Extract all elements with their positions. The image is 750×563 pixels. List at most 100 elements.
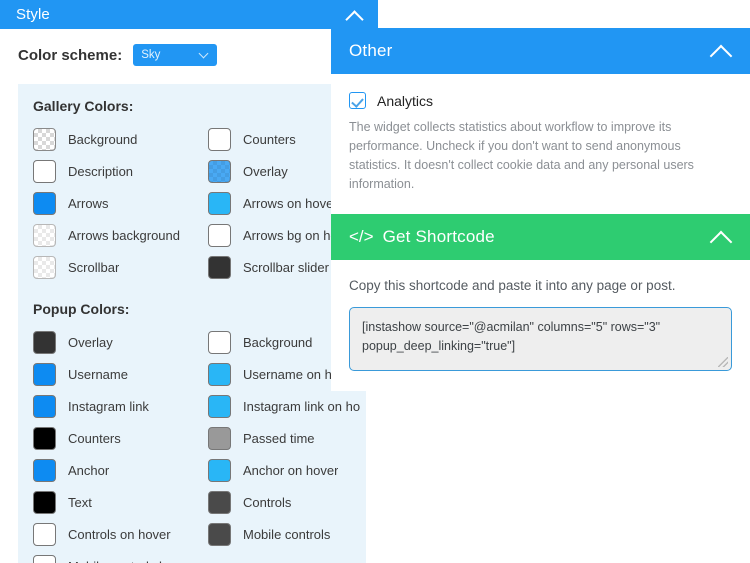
chevron-up-icon[interactable] <box>710 229 734 245</box>
right-panel-stack: Other Analytics The widget collects stat… <box>331 28 750 391</box>
color-swatch-label: Mobile controls h <box>68 559 166 563</box>
analytics-label: Analytics <box>377 92 434 109</box>
color-swatch[interactable] <box>33 554 56 563</box>
color-swatch-label: Anchor <box>68 462 110 478</box>
color-swatch-item[interactable]: Controls on hover <box>18 518 193 550</box>
other-panel-title: Other <box>349 41 393 60</box>
other-panel-body: Analytics The widget collects statistics… <box>331 74 750 214</box>
color-swatch-label: Scrollbar slider <box>243 259 329 275</box>
popup-colors-grid: Overlay Background Username Username on hov… <box>18 326 366 563</box>
color-swatch-label: Background <box>68 131 138 147</box>
other-panel-header[interactable]: Other <box>331 28 750 74</box>
color-swatch[interactable] <box>33 362 56 386</box>
color-swatch-label: Instagram link on ho <box>243 398 361 414</box>
color-swatch[interactable] <box>208 426 231 450</box>
other-panel: Other Analytics The widget collects stat… <box>331 28 750 214</box>
shortcode-panel-header[interactable]: </> Get Shortcode <box>331 214 750 260</box>
color-swatch[interactable] <box>33 330 56 354</box>
color-swatch[interactable] <box>208 127 231 151</box>
color-swatch-label: Text <box>68 494 92 510</box>
color-swatch-item[interactable]: Instagram link on ho <box>193 390 368 422</box>
gallery-colors-title: Gallery Colors: <box>33 98 134 114</box>
color-swatch-item[interactable]: Overlay <box>18 326 193 358</box>
color-swatch-item[interactable]: Background <box>18 123 193 155</box>
shortcode-note: Copy this shortcode and paste it into an… <box>349 278 676 293</box>
color-swatch-label: Counters <box>243 131 296 147</box>
color-swatch[interactable] <box>33 223 56 247</box>
color-swatch-item[interactable]: Arrows background <box>18 219 193 251</box>
style-panel: Style Color scheme: Sky Gallery Colors: … <box>0 0 378 563</box>
shortcode-panel: </> Get Shortcode Copy this shortcode an… <box>331 214 750 391</box>
shortcode-value: [instashow source="@acmilan" columns="5"… <box>362 320 661 353</box>
color-swatch-item[interactable]: Arrows <box>18 187 193 219</box>
analytics-description: The widget collects statistics about wor… <box>349 120 694 191</box>
color-swatch-item[interactable]: Description <box>18 155 193 187</box>
color-swatch[interactable] <box>208 362 231 386</box>
color-swatch-item[interactable]: Username <box>18 358 193 390</box>
color-swatch-label: Arrows on hover <box>243 195 338 211</box>
color-scheme-label: Color scheme: <box>18 46 123 64</box>
color-swatch-label: Anchor on hover <box>243 462 339 478</box>
color-swatch[interactable] <box>33 458 56 482</box>
color-swatch-item[interactable]: Passed time <box>193 422 368 454</box>
color-swatch-label: Controls <box>243 494 292 510</box>
color-scheme-row: Color scheme: Sky <box>0 29 378 81</box>
color-swatch-label: Arrows background <box>68 227 180 243</box>
color-swatch-item[interactable]: Mobile controls h <box>18 550 193 563</box>
color-scheme-select[interactable]: Sky <box>133 44 218 66</box>
color-swatch[interactable] <box>33 426 56 450</box>
analytics-checkbox[interactable] <box>349 92 366 109</box>
color-swatch-label: Controls on hover <box>68 526 171 542</box>
color-swatch[interactable] <box>208 522 231 546</box>
color-swatch[interactable] <box>33 522 56 546</box>
gallery-colors-grid: Background Counters Description Overlay Arro… <box>18 123 366 283</box>
color-swatch-label: Passed time <box>243 430 315 446</box>
popup-colors-title: Popup Colors: <box>33 301 130 317</box>
color-swatch[interactable] <box>208 394 231 418</box>
colors-container: Gallery Colors: Background Counters Descri… <box>18 84 366 563</box>
chevron-up-icon[interactable] <box>710 43 734 59</box>
color-swatch-item[interactable]: Scrollbar <box>18 251 193 283</box>
color-swatch[interactable] <box>208 255 231 279</box>
color-scheme-value: Sky <box>141 49 161 61</box>
code-icon: </> <box>349 227 374 246</box>
analytics-row[interactable]: Analytics <box>349 92 732 109</box>
style-panel-header[interactable]: Style <box>0 0 378 29</box>
chevron-down-icon <box>199 50 209 60</box>
shortcode-textarea[interactable]: [instashow source="@acmilan" columns="5"… <box>349 307 732 371</box>
color-swatch[interactable] <box>208 223 231 247</box>
color-swatch[interactable] <box>33 127 56 151</box>
color-swatch-label: Overlay <box>68 334 113 350</box>
color-swatch-item[interactable]: Instagram link <box>18 390 193 422</box>
color-swatch[interactable] <box>33 191 56 215</box>
color-swatch-item[interactable]: Anchor <box>18 454 193 486</box>
color-swatch[interactable] <box>208 490 231 514</box>
color-swatch-label: Counters <box>68 430 121 446</box>
shortcode-panel-body: Copy this shortcode and paste it into an… <box>331 260 750 391</box>
resize-handle-icon[interactable] <box>718 357 728 367</box>
color-swatch[interactable] <box>208 191 231 215</box>
color-swatch-item[interactable]: Anchor on hover <box>193 454 368 486</box>
chevron-up-icon[interactable] <box>346 9 364 21</box>
color-swatch-item[interactable]: Text <box>18 486 193 518</box>
color-swatch[interactable] <box>33 394 56 418</box>
color-swatch-label: Mobile controls <box>243 526 331 542</box>
color-swatch-label: Description <box>68 163 134 179</box>
color-swatch-item[interactable]: Controls <box>193 486 368 518</box>
color-swatch-label: Scrollbar <box>68 259 120 275</box>
shortcode-panel-title: Get Shortcode <box>382 227 495 246</box>
color-swatch[interactable] <box>208 330 231 354</box>
color-swatch[interactable] <box>33 490 56 514</box>
color-swatch[interactable] <box>208 458 231 482</box>
color-swatch-label: Arrows <box>68 195 109 211</box>
color-swatch-label: Background <box>243 334 313 350</box>
style-panel-title: Style <box>16 6 50 23</box>
color-swatch[interactable] <box>33 255 56 279</box>
color-swatch-label: Username <box>68 366 128 382</box>
color-swatch-label: Instagram link <box>68 398 149 414</box>
color-swatch-label: Overlay <box>243 163 288 179</box>
color-swatch-item[interactable]: Counters <box>18 422 193 454</box>
color-swatch[interactable] <box>208 159 231 183</box>
color-swatch[interactable] <box>33 159 56 183</box>
color-swatch-item[interactable]: Mobile controls <box>193 518 368 550</box>
